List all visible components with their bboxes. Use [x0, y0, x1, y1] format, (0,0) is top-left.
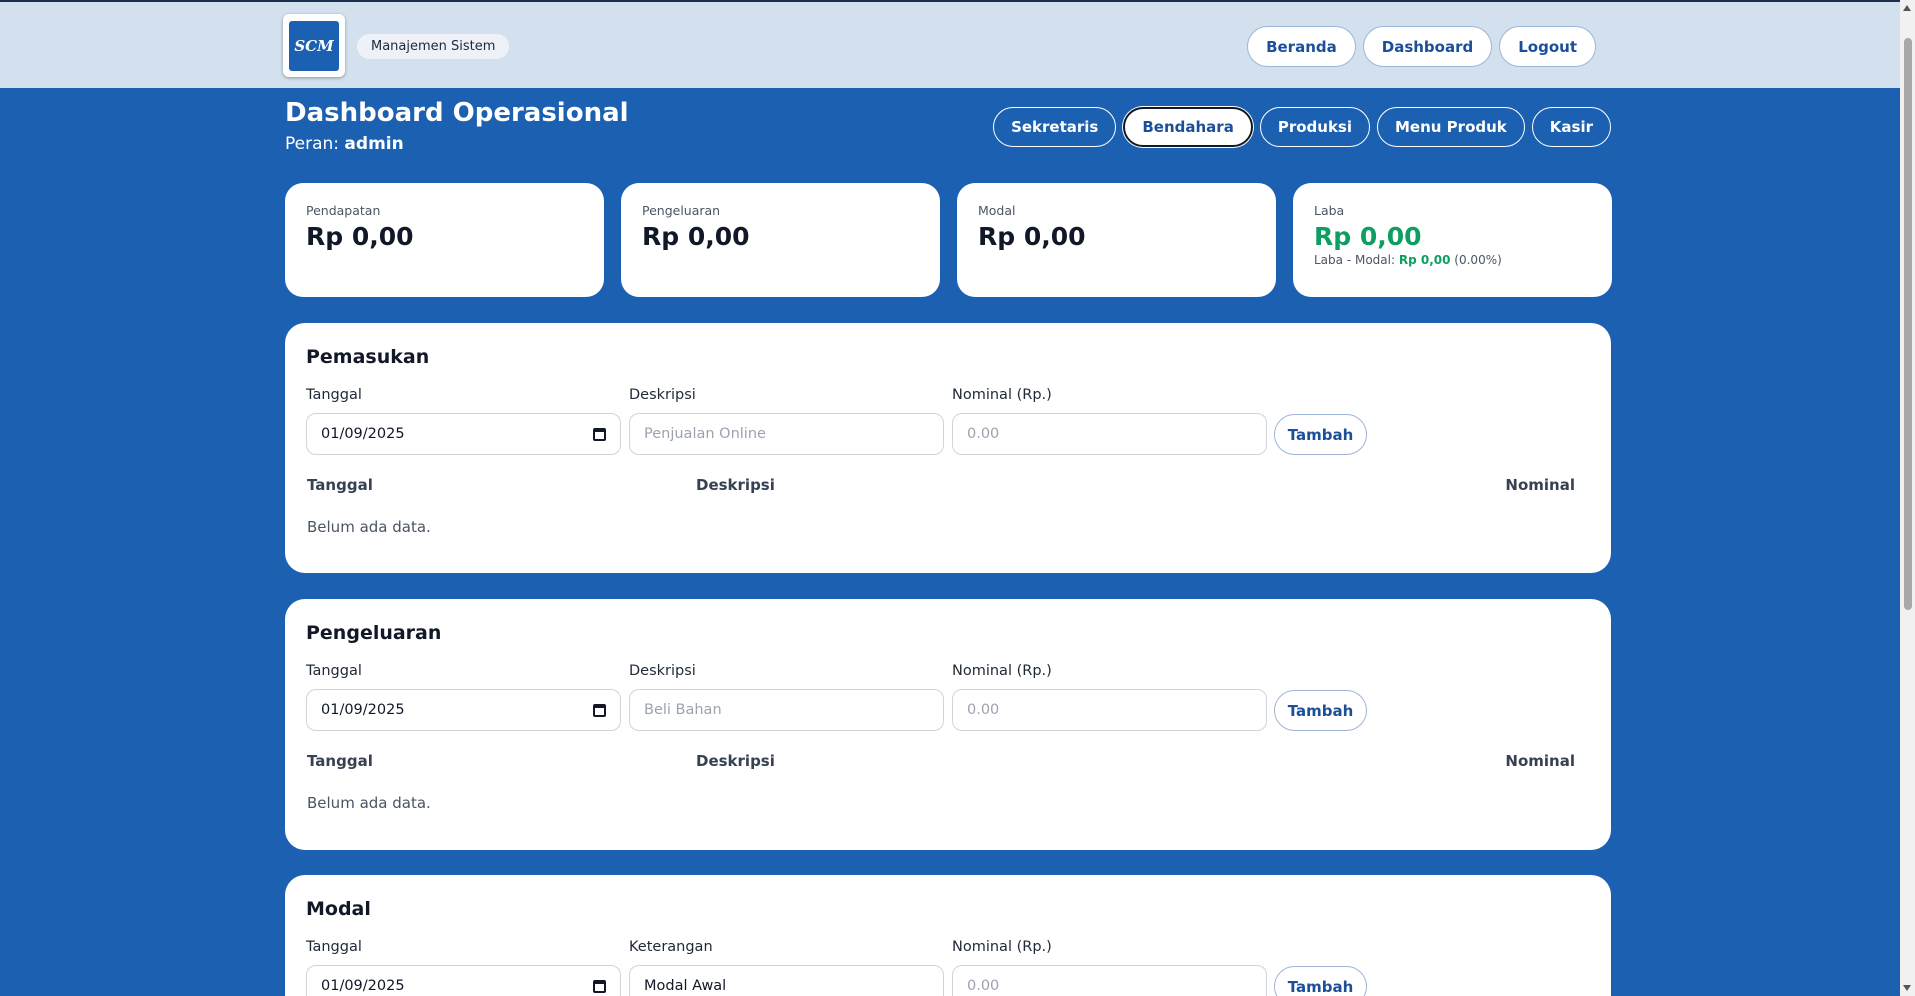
- column-header-nominal: Nominal: [1505, 752, 1575, 770]
- tab-kasir[interactable]: Kasir: [1531, 107, 1611, 147]
- stats-row: Pendapatan Rp 0,00 Pengeluaran Rp 0,00 M…: [285, 183, 1612, 297]
- date-value: 01/09/2025: [321, 978, 405, 994]
- nominal-input[interactable]: 0.00: [952, 689, 1267, 731]
- column-header-nominal: Nominal: [1505, 476, 1575, 494]
- stat-value: Rp 0,00: [306, 222, 414, 251]
- ratio-value: Rp 0,00: [1398, 253, 1451, 267]
- tab-bendahara[interactable]: Bendahara: [1123, 107, 1253, 147]
- calendar-icon[interactable]: [593, 427, 606, 441]
- section-title: Pemasukan: [306, 346, 430, 368]
- keterangan-label: Keterangan: [629, 939, 713, 955]
- stat-label: Modal: [978, 203, 1016, 218]
- role-value: admin: [344, 134, 404, 154]
- empty-state: Belum ada data.: [307, 518, 431, 536]
- stat-card-pengeluaran: Pengeluaran Rp 0,00: [621, 183, 940, 297]
- scroll-down-icon[interactable]: [1903, 985, 1911, 991]
- column-header-deskripsi: Deskripsi: [696, 752, 775, 770]
- column-header-tanggal: Tanggal: [307, 752, 373, 770]
- stat-label: Pengeluaran: [642, 203, 721, 218]
- calendar-icon[interactable]: [593, 979, 606, 993]
- app-logo[interactable]: SCM: [283, 14, 345, 77]
- add-pengeluaran-button[interactable]: Tambah: [1274, 690, 1367, 731]
- top-nav: Beranda Dashboard Logout: [1247, 26, 1596, 67]
- keterangan-input[interactable]: Modal Awal: [629, 965, 944, 996]
- ratio-label: Laba - Modal:: [1314, 253, 1396, 267]
- description-input[interactable]: Penjualan Online: [629, 413, 944, 455]
- logo-mark: SCM: [289, 20, 339, 71]
- brand-label: Manajemen Sistem: [357, 34, 510, 59]
- scroll-thumb[interactable]: [1904, 38, 1912, 610]
- nominal-label: Nominal (Rp.): [952, 939, 1052, 955]
- column-header-deskripsi: Deskripsi: [696, 476, 775, 494]
- role-tabs: Sekretaris Bendahara Produksi Menu Produ…: [993, 107, 1611, 147]
- column-header-tanggal: Tanggal: [307, 476, 373, 494]
- nominal-input[interactable]: 0.00: [952, 965, 1267, 996]
- stat-card-modal: Modal Rp 0,00: [957, 183, 1276, 297]
- scroll-up-icon[interactable]: [1903, 5, 1911, 11]
- section-title: Pengeluaran: [306, 622, 442, 644]
- section-title: Modal: [306, 898, 371, 920]
- logout-button[interactable]: Logout: [1499, 26, 1596, 67]
- stat-value: Rp 0,00: [1314, 222, 1422, 251]
- description-input[interactable]: Beli Bahan: [629, 689, 944, 731]
- stat-value: Rp 0,00: [642, 222, 750, 251]
- add-modal-button[interactable]: Tambah: [1274, 966, 1367, 996]
- tab-produksi[interactable]: Produksi: [1259, 107, 1370, 147]
- add-pemasukan-button[interactable]: Tambah: [1274, 414, 1367, 455]
- date-value: 01/09/2025: [321, 702, 405, 718]
- ratio-percent: (0.00%): [1454, 253, 1502, 267]
- nominal-input[interactable]: 0.00: [952, 413, 1267, 455]
- laba-modal-ratio: Laba - Modal: Rp 0,00 (0.00%): [1314, 253, 1591, 267]
- date-input[interactable]: 01/09/2025: [306, 413, 621, 455]
- description-label: Deskripsi: [629, 387, 696, 403]
- role-indicator: Peran: admin: [285, 134, 404, 154]
- stat-value: Rp 0,00: [978, 222, 1086, 251]
- nominal-label: Nominal (Rp.): [952, 387, 1052, 403]
- description-label: Deskripsi: [629, 663, 696, 679]
- top-navbar: SCM Manajemen Sistem Beranda Dashboard L…: [0, 0, 1900, 88]
- pengeluaran-section: Pengeluaran Tanggal Deskripsi Nominal (R…: [285, 599, 1611, 850]
- stat-label: Pendapatan: [306, 203, 381, 218]
- pemasukan-section: Pemasukan Tanggal Deskripsi Nominal (Rp.…: [285, 323, 1611, 573]
- date-label: Tanggal: [306, 939, 362, 955]
- role-label: Peran:: [285, 134, 340, 154]
- tab-menu-produk[interactable]: Menu Produk: [1377, 107, 1525, 147]
- empty-state: Belum ada data.: [307, 794, 431, 812]
- stat-label: Laba: [1314, 203, 1345, 218]
- stat-card-pendapatan: Pendapatan Rp 0,00: [285, 183, 604, 297]
- page-scrollbar[interactable]: [1900, 0, 1915, 996]
- nav-dashboard-button[interactable]: Dashboard: [1362, 26, 1493, 67]
- tab-sekretaris[interactable]: Sekretaris: [993, 107, 1117, 147]
- calendar-icon[interactable]: [593, 703, 606, 717]
- date-label: Tanggal: [306, 663, 362, 679]
- date-input[interactable]: 01/09/2025: [306, 965, 621, 996]
- date-input[interactable]: 01/09/2025: [306, 689, 621, 731]
- stat-card-laba: Laba Rp 0,00 Laba - Modal: Rp 0,00 (0.00…: [1293, 183, 1612, 297]
- page-title: Dashboard Operasional: [285, 98, 629, 128]
- nav-beranda-button[interactable]: Beranda: [1247, 26, 1356, 67]
- date-label: Tanggal: [306, 387, 362, 403]
- date-value: 01/09/2025: [321, 426, 405, 442]
- nominal-label: Nominal (Rp.): [952, 663, 1052, 679]
- modal-section: Modal Tanggal Keterangan Nominal (Rp.) 0…: [285, 875, 1611, 996]
